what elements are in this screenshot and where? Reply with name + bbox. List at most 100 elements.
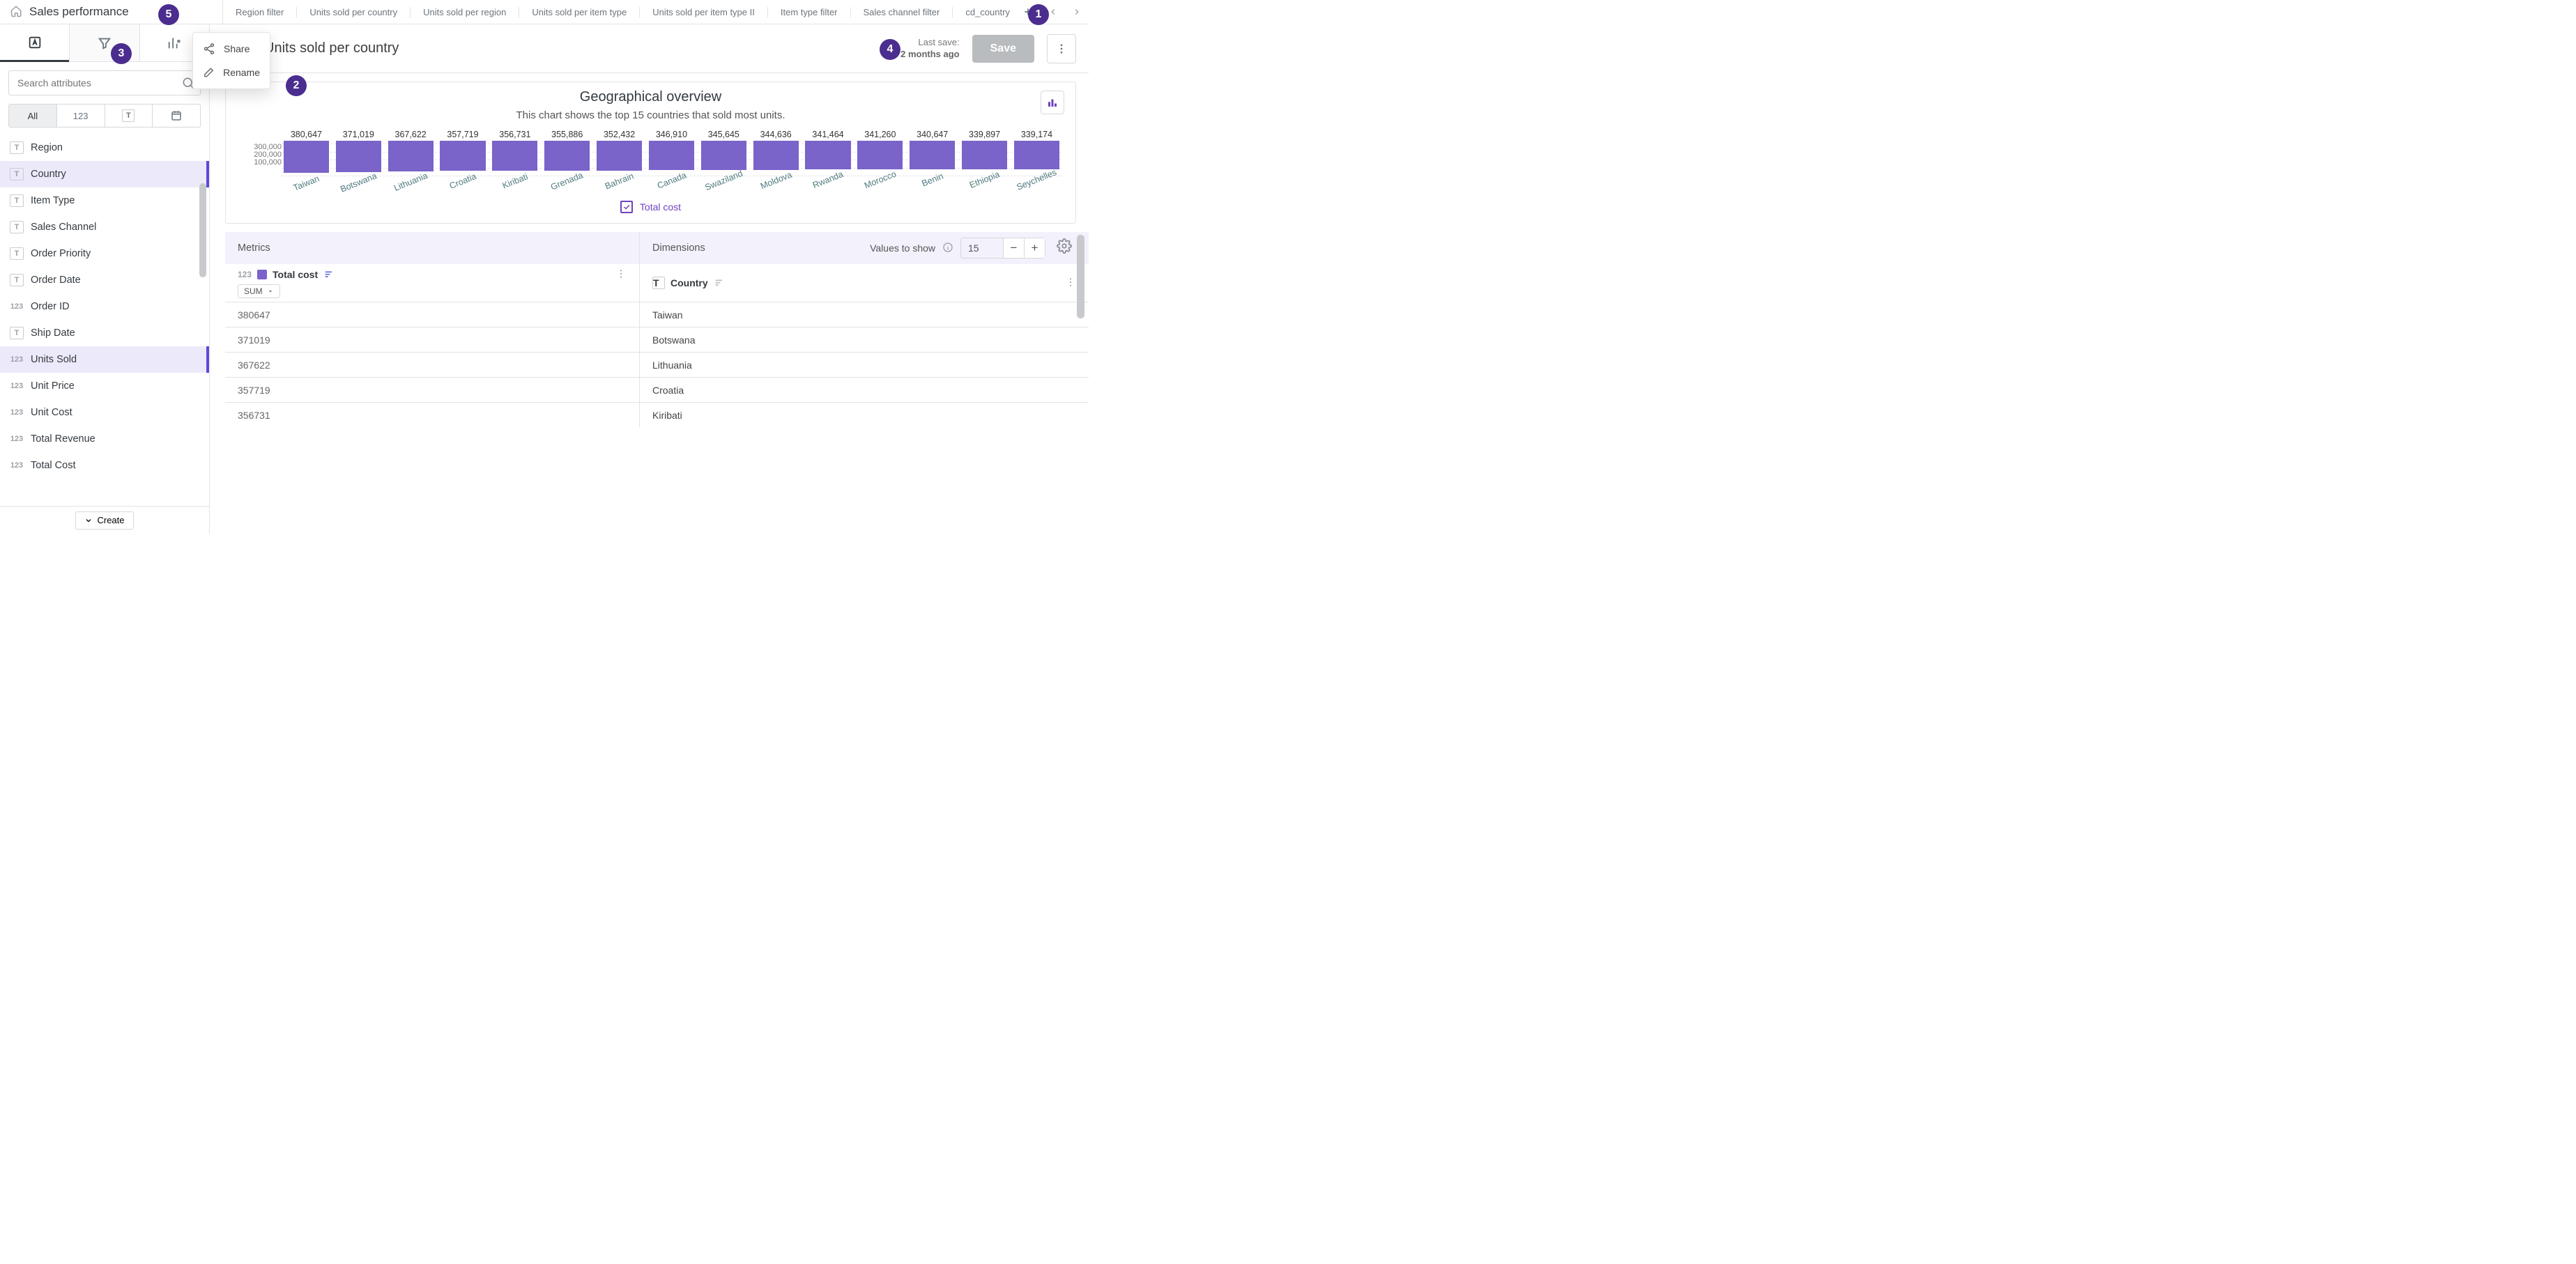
stepper-minus[interactable]: − — [1003, 238, 1024, 258]
bar-rect — [388, 141, 434, 171]
attr-label: Sales Channel — [31, 222, 96, 233]
chart-type-chip[interactable] — [1041, 91, 1064, 114]
ctx-rename[interactable]: Rename — [193, 61, 270, 84]
md-header: Metrics Dimensions Values to show 15 − + — [225, 232, 1089, 264]
stepper-plus[interactable]: + — [1024, 238, 1045, 258]
ctx-rename-label: Rename — [223, 67, 260, 78]
table-row[interactable]: 367622Lithuania — [225, 352, 1089, 377]
attribute-item[interactable]: 123Total Revenue — [0, 426, 209, 452]
chart-bar[interactable]: 352,432Bahrain — [595, 130, 644, 188]
metric-more-icon[interactable] — [615, 268, 627, 282]
type-filter-number[interactable]: 123 — [57, 105, 105, 127]
dimension-chip[interactable]: T Country — [652, 277, 1076, 290]
tab[interactable]: Units sold per item type II — [640, 7, 768, 17]
attr-type-icon: 123 — [10, 408, 24, 417]
attribute-item[interactable]: 123Units Sold — [0, 346, 209, 373]
bar-category: Seychelles — [1015, 167, 1058, 192]
type-filter-text[interactable]: T — [105, 105, 153, 127]
chart-bar[interactable]: 341,464Rwanda — [804, 130, 853, 188]
chart-bar[interactable]: 346,910Canada — [647, 130, 696, 188]
bar-rect — [440, 141, 485, 171]
attribute-item[interactable]: 123Unit Price — [0, 373, 209, 399]
scroll-tabs-right[interactable] — [1065, 7, 1089, 17]
chart-bar[interactable]: 367,622Lithuania — [386, 130, 436, 188]
bar-value: 356,731 — [499, 130, 530, 139]
attr-type-icon: T — [10, 168, 24, 180]
table-row[interactable]: 356731Kiribati — [225, 402, 1089, 427]
chart-legend: Total cost — [240, 201, 1061, 213]
attribute-item[interactable]: 123Unit Cost — [0, 399, 209, 426]
tab[interactable]: Units sold per country — [297, 7, 411, 17]
tab[interactable]: Units sold per item type — [519, 7, 640, 17]
bar-category: Lithuania — [392, 171, 429, 193]
attribute-item[interactable]: TOrder Priority — [0, 240, 209, 267]
tab[interactable]: Sales channel filter — [851, 7, 953, 17]
type-filter-all[interactable]: All — [9, 105, 57, 127]
attribute-item[interactable]: TCountry — [0, 161, 209, 187]
page-title[interactable]: Units sold per country — [264, 40, 888, 56]
legend-checkbox[interactable] — [620, 201, 633, 213]
chart-bar[interactable]: 357,719Croatia — [438, 130, 488, 188]
save-button[interactable]: Save — [972, 35, 1034, 63]
attr-type-icon: T — [10, 327, 24, 339]
type-filter-date[interactable] — [153, 105, 200, 127]
chart-bar[interactable]: 355,886Grenada — [542, 130, 592, 188]
chart-y-axis: 300,000200,000100,000 — [240, 130, 282, 178]
sidebar-tab-attributes[interactable] — [0, 24, 69, 62]
bar-value: 380,647 — [291, 130, 322, 139]
tab[interactable]: Item type filter — [768, 7, 851, 17]
bar-value: 371,019 — [343, 130, 374, 139]
create-button[interactable]: Create — [75, 511, 133, 530]
chart-bar[interactable]: 380,647Taiwan — [282, 130, 331, 188]
ctx-share[interactable]: Share — [193, 37, 270, 61]
sort-desc-icon — [323, 269, 335, 281]
values-to-show-value[interactable]: 15 — [961, 242, 1003, 254]
tab[interactable]: Units sold per region — [411, 7, 519, 17]
workspace-more-button[interactable] — [1047, 34, 1076, 63]
attribute-item[interactable]: TRegion — [0, 134, 209, 161]
search-input[interactable] — [8, 70, 201, 95]
dimension-more-icon[interactable] — [1065, 277, 1076, 290]
table-row[interactable]: 357719Croatia — [225, 377, 1089, 402]
attribute-item[interactable]: TOrder Date — [0, 267, 209, 293]
table-row[interactable]: 371019Botswana — [225, 327, 1089, 352]
dimension-cell: Botswana — [640, 327, 1089, 352]
attribute-scrollbar[interactable] — [199, 183, 206, 518]
attribute-list[interactable]: TRegionTCountryTItem TypeTSales ChannelT… — [0, 134, 209, 534]
attribute-item[interactable]: 123Order ID — [0, 293, 209, 320]
chart-bar[interactable]: 356,731Kiribati — [490, 130, 539, 188]
aggregation-pill[interactable]: SUM — [238, 284, 280, 298]
attribute-item[interactable]: TItem Type — [0, 187, 209, 214]
title-left: Sales performance — [0, 0, 223, 24]
attribute-search — [0, 62, 209, 100]
home-icon[interactable] — [10, 5, 22, 20]
attribute-item[interactable]: TSales Channel — [0, 214, 209, 240]
chart-bar[interactable]: 339,174Seychelles — [1012, 130, 1061, 188]
bar-value: 340,647 — [917, 130, 948, 139]
bar-value: 367,622 — [395, 130, 427, 139]
attr-type-icon: 123 — [10, 355, 24, 364]
chart-bar[interactable]: 345,645Swaziland — [699, 130, 749, 188]
dashboard-title[interactable]: Sales performance — [29, 5, 129, 19]
chart-bar[interactable]: 344,636Moldova — [751, 130, 801, 188]
table-row[interactable]: 380647Taiwan — [225, 302, 1089, 327]
legend-label[interactable]: Total cost — [640, 201, 681, 213]
bar-value: 341,260 — [864, 130, 896, 139]
chart-bar[interactable]: 339,897Ethiopia — [960, 130, 1009, 188]
bar-rect — [597, 141, 642, 171]
gear-icon[interactable] — [1057, 238, 1076, 258]
tab[interactable]: cd_country — [953, 7, 1015, 17]
attribute-item[interactable]: TShip Date — [0, 320, 209, 346]
attribute-item[interactable]: 123Total Cost — [0, 452, 209, 479]
attr-type-icon: T — [10, 247, 24, 260]
md-scrollbar[interactable] — [1077, 232, 1084, 534]
chart-bar[interactable]: 371,019Botswana — [334, 130, 383, 188]
metric-cell: 371019 — [225, 327, 640, 352]
bar-value: 352,432 — [604, 130, 635, 139]
chart-bar[interactable]: 341,260 Morocco — [855, 130, 905, 188]
metric-chip[interactable]: 123 Total cost — [238, 268, 627, 282]
info-icon[interactable] — [942, 242, 953, 255]
chart-bar[interactable]: 340,647Benin — [907, 130, 957, 188]
tab[interactable]: Region filter — [223, 7, 297, 17]
bar-category: Morocco — [863, 169, 898, 191]
